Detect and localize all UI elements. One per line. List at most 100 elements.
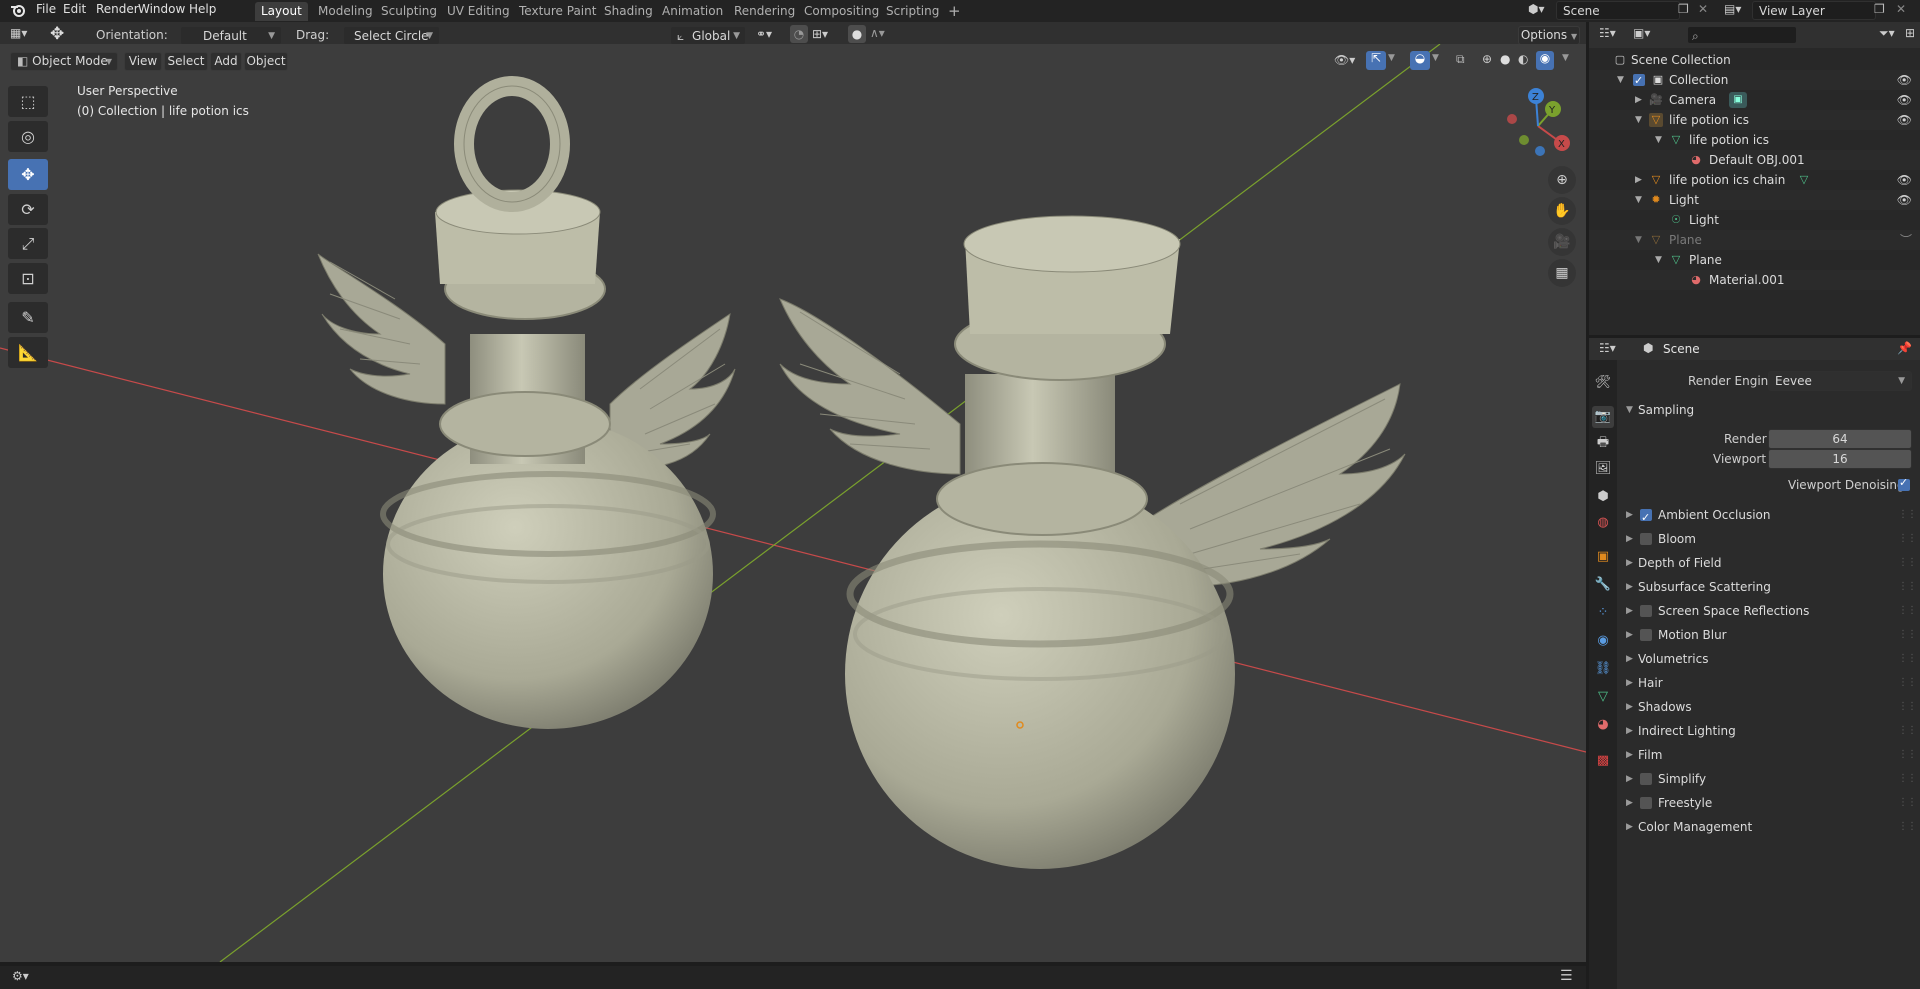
object-tab-icon[interactable]: ▣ <box>1592 546 1614 568</box>
tab-layout[interactable]: Layout <box>255 2 308 21</box>
options-button[interactable]: Options ▼ <box>1518 26 1580 45</box>
collection-checkbox[interactable] <box>1633 71 1645 91</box>
solid-shading-icon[interactable]: ● <box>1500 52 1510 66</box>
view-layer-selector-icon[interactable]: ▤▾ <box>1724 2 1741 16</box>
mesh-data-icon[interactable]: ▽ <box>1797 173 1811 187</box>
drag-handle-icon[interactable]: ⋮⋮ <box>1898 767 1917 791</box>
eye-icon[interactable]: 👁 <box>1897 70 1912 90</box>
ambient-occlusion-checkbox[interactable] <box>1640 506 1652 530</box>
tab-rendering[interactable]: Rendering <box>728 2 801 21</box>
scene-name-field[interactable]: Scene <box>1556 1 1680 20</box>
add-menu-button[interactable]: Add <box>210 52 242 71</box>
new-view-layer-icon[interactable]: ❐ <box>1874 2 1885 16</box>
expand-arrow-icon[interactable]: ▼ <box>1635 190 1642 210</box>
physics-tab-icon[interactable]: ◉ <box>1592 630 1614 652</box>
visibility-icon[interactable]: 👁▾ <box>1334 53 1355 67</box>
material-tab-icon[interactable]: ◕ <box>1592 714 1614 736</box>
render-samples-field[interactable]: 64 <box>1768 429 1912 449</box>
texture-tab-icon[interactable]: ▩ <box>1592 750 1614 772</box>
drag-handle-icon[interactable]: ⋮⋮ <box>1898 815 1917 839</box>
drag-handle-icon[interactable]: ⋮⋮ <box>1898 599 1917 623</box>
tab-shading[interactable]: Shading <box>598 2 659 21</box>
transform-orientation-dropdown[interactable]: ⟀ Global ▼ <box>670 26 746 45</box>
menu-help[interactable]: Help <box>189 0 216 22</box>
xray-toggle-icon[interactable]: ⧉ <box>1456 52 1465 67</box>
outliner-search-input[interactable]: ⌕ <box>1687 26 1797 44</box>
view-layer-tab-icon[interactable]: 🖼 <box>1592 458 1614 480</box>
scene-selector-icon[interactable]: ⬢▾ <box>1528 2 1545 16</box>
viewport-denoising-checkbox[interactable] <box>1898 476 1910 491</box>
bloom-panel-header[interactable]: ▶ Bloom ⋮⋮ <box>1620 527 1920 551</box>
film-panel-header[interactable]: ▶ Film ⋮⋮ <box>1620 743 1920 767</box>
screen-space-reflections-panel-header[interactable]: ▶ Screen Space Reflections ⋮⋮ <box>1620 599 1920 623</box>
editor-type-icon[interactable]: ▦▾ <box>10 26 27 40</box>
outliner-row-life-potion-ics-chain[interactable]: ▶ ▽ life potion ics chain ▽ 👁 <box>1589 170 1920 190</box>
expand-arrow-icon[interactable]: ▶ <box>1635 170 1642 190</box>
drag-handle-icon[interactable]: ⋮⋮ <box>1898 647 1917 671</box>
outliner-row-scene-collection[interactable]: ▢ Scene Collection <box>1589 50 1920 70</box>
menu-window[interactable]: Window <box>138 0 185 22</box>
mode-dropdown[interactable]: ◧ Object Mode ▼ <box>10 52 118 71</box>
render-tab-icon[interactable]: 📷 <box>1592 406 1614 428</box>
output-tab-icon[interactable]: 🖶 <box>1592 432 1614 454</box>
tab-uv-editing[interactable]: UV Editing <box>441 2 516 21</box>
viewport-samples-field[interactable]: 16 <box>1768 449 1912 469</box>
freestyle-panel-header[interactable]: ▶ Freestyle ⋮⋮ <box>1620 791 1920 815</box>
indirect-lighting-panel-header[interactable]: ▶ Indirect Lighting ⋮⋮ <box>1620 719 1920 743</box>
tool-tab-icon[interactable]: 🛠 <box>1592 372 1614 394</box>
wireframe-shading-icon[interactable]: ⊕ <box>1482 52 1492 66</box>
tab-texture-paint[interactable]: Texture Paint <box>513 2 602 21</box>
outliner-row-plane[interactable]: ▼ ▽ Plane ︶ <box>1589 230 1920 250</box>
rotate-tool-button[interactable]: ⟳ <box>8 194 48 225</box>
snap-target-icon[interactable]: ⊞▾ <box>812 27 828 41</box>
filter-icon[interactable]: ⏷▾ <box>1879 26 1895 41</box>
drag-dropdown[interactable]: Select Circle ▼ <box>343 26 440 45</box>
zoom-button[interactable]: ⊕ <box>1548 166 1576 194</box>
delete-view-layer-icon[interactable]: ✕ <box>1896 2 1906 16</box>
expand-arrow-icon[interactable]: ▼ <box>1655 130 1662 150</box>
outliner-row-mesh-data[interactable]: ▼ ▽ life potion ics <box>1589 130 1920 150</box>
new-collection-icon[interactable]: ⊞ <box>1905 26 1915 40</box>
outliner-editor-type-icon[interactable]: ☷▾ <box>1599 26 1616 40</box>
blender-logo-icon[interactable] <box>10 2 26 18</box>
delete-scene-icon[interactable]: ✕ <box>1698 2 1708 16</box>
sampling-panel-header[interactable]: ▼ Sampling <box>1620 398 1920 422</box>
scene-tab-icon[interactable]: ⬢ <box>1592 486 1614 508</box>
3d-viewport[interactable]: ⬚ ◎ ✥ ⟳ ⤢ ⊡ ✎ 📐 User Perspective (0) Col… <box>0 44 1586 962</box>
overlay-toggle-icon[interactable]: ◒ <box>1410 51 1430 70</box>
outliner-row-life-potion-ics[interactable]: ▼ ▽ life potion ics 👁 <box>1589 110 1920 130</box>
move-tool-icon[interactable]: ✥ <box>50 24 64 44</box>
expand-arrow-icon[interactable]: ▶ <box>1635 90 1642 110</box>
drag-handle-icon[interactable]: ⋮⋮ <box>1898 527 1917 551</box>
gizmo-toggle-icon[interactable]: ⇱ <box>1366 51 1386 70</box>
snap-toggle-icon[interactable]: ◔ <box>790 25 808 43</box>
chevron-down-icon[interactable]: ▼ <box>1388 53 1395 63</box>
data-tab-icon[interactable]: ▽ <box>1592 686 1614 708</box>
drag-handle-icon[interactable]: ⋮⋮ <box>1898 551 1917 575</box>
tab-animation[interactable]: Animation <box>656 2 729 21</box>
transform-tool-button[interactable]: ⊡ <box>8 263 48 294</box>
particles-tab-icon[interactable]: ⁘ <box>1592 602 1614 624</box>
expand-arrow-icon[interactable]: ▼ <box>1635 230 1642 250</box>
measure-tool-button[interactable]: 📐 <box>8 337 48 368</box>
depth-of-field-panel-header[interactable]: ▶ Depth of Field ⋮⋮ <box>1620 551 1920 575</box>
orientation-dropdown[interactable]: Default ▼ <box>180 26 282 45</box>
drag-handle-icon[interactable]: ⋮⋮ <box>1898 791 1917 815</box>
pan-button[interactable]: ✋ <box>1548 197 1576 225</box>
camera-data-icon[interactable]: ▣ <box>1729 92 1747 108</box>
rendered-shading-icon[interactable]: ◉ <box>1536 51 1554 70</box>
expand-arrow-icon[interactable]: ▼ <box>1655 250 1662 270</box>
eye-icon[interactable]: 👁 <box>1897 110 1912 130</box>
eye-icon[interactable]: 👁 <box>1897 170 1912 190</box>
outliner-row-camera[interactable]: ▶ 🎥 Camera ▣ 👁 <box>1589 90 1920 110</box>
viewport-scene[interactable] <box>0 44 1586 962</box>
cursor-tool-button[interactable]: ◎ <box>8 121 48 152</box>
proportional-editing-icon[interactable]: ● <box>848 25 866 43</box>
annotate-tool-button[interactable]: ✎ <box>8 302 48 333</box>
navigation-gizmo[interactable]: X Y Z <box>1498 84 1578 164</box>
drag-handle-icon[interactable]: ⋮⋮ <box>1898 695 1917 719</box>
gear-icon[interactable]: ⚙▾ <box>12 969 29 983</box>
eye-icon[interactable]: 👁 <box>1897 90 1912 110</box>
volumetrics-panel-header[interactable]: ▶ Volumetrics ⋮⋮ <box>1620 647 1920 671</box>
menu-edit[interactable]: Edit <box>63 0 86 22</box>
